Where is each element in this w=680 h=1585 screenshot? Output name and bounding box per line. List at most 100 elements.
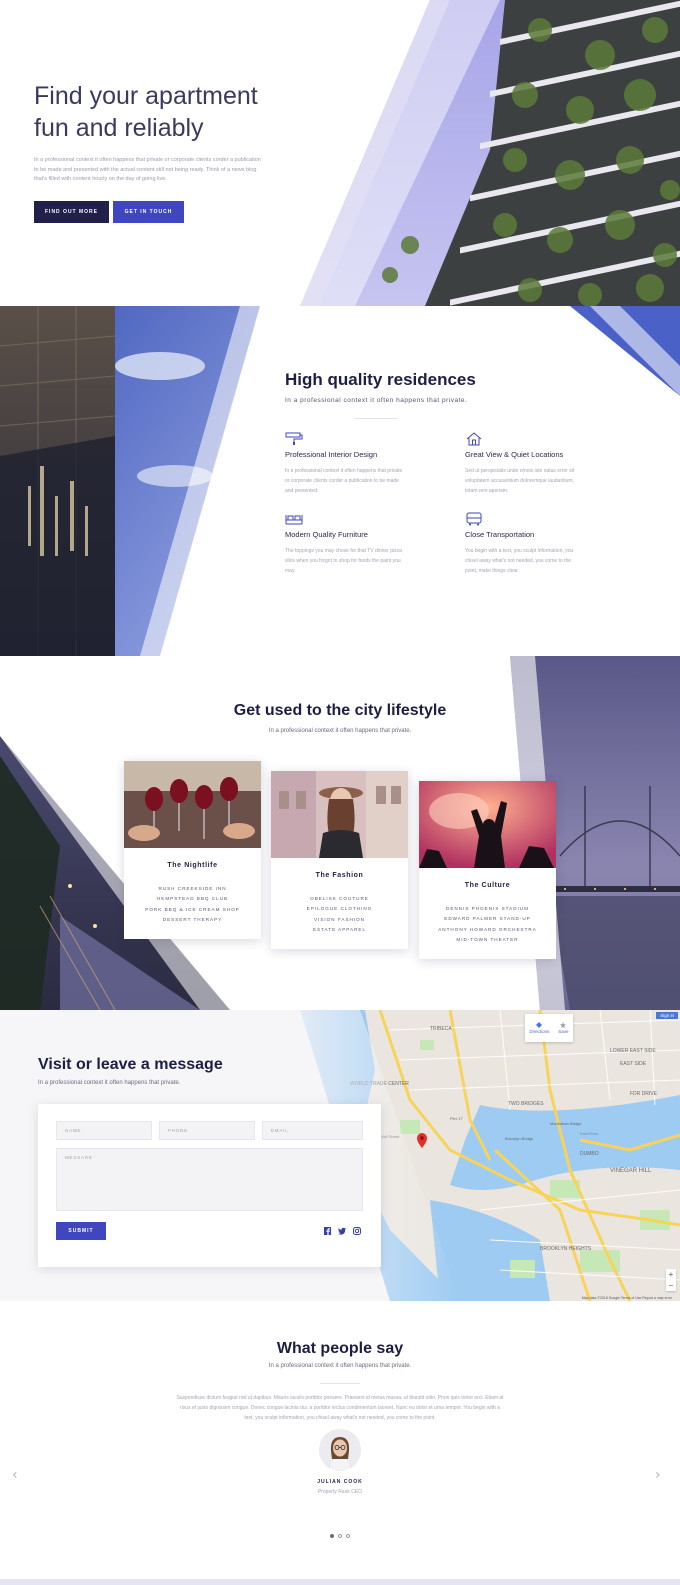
map-label: DUMBO bbox=[580, 1151, 599, 1157]
map-label: LOWER EAST SIDE bbox=[610, 1048, 656, 1054]
phone-input[interactable] bbox=[159, 1121, 255, 1140]
testimonials-title: What people say bbox=[276, 1340, 404, 1357]
card-list: DENNIS PHOENIX STADIUM EDWARD PALMER STA… bbox=[419, 904, 556, 959]
map-label: TRIBECA bbox=[430, 1026, 452, 1032]
feature-interior-design: Professional Interior Design In a profes… bbox=[285, 432, 403, 496]
get-in-touch-button[interactable]: GET IN TOUCH bbox=[113, 200, 184, 223]
testimonial-role: Property Rank CEO bbox=[317, 1489, 363, 1495]
hero-description: In a professional context it often happe… bbox=[34, 157, 261, 182]
zoom-out-button[interactable]: − bbox=[666, 1280, 676, 1291]
find-out-more-button[interactable]: FIND OUT MORE bbox=[34, 200, 109, 223]
testimonial-quote: Suspendisse dictum feugiat nisl ut dapib… bbox=[176, 1395, 504, 1421]
list-item[interactable]: PORK BBQ & ICE CREAM SHOP bbox=[124, 905, 261, 915]
map-actions: Directions Save bbox=[525, 1014, 573, 1042]
footer-strip bbox=[0, 1579, 680, 1585]
zoom-in-button[interactable]: + bbox=[666, 1269, 676, 1280]
testimonial-author: JULIAN COOK bbox=[317, 1479, 363, 1485]
residences-title: High quality residences bbox=[285, 370, 476, 389]
residences-header: High quality residences In a professiona… bbox=[285, 370, 476, 419]
corner-sky-photo bbox=[570, 306, 680, 396]
list-item[interactable]: ANTHONY HOWARD ORCHESTRA bbox=[419, 925, 556, 935]
card-title: The Fashion bbox=[315, 872, 364, 879]
list-item[interactable]: EDWARD PALMER STAND-UP bbox=[419, 914, 556, 924]
nightlife-photo bbox=[124, 761, 261, 848]
carousel-dots bbox=[330, 1534, 350, 1538]
card-nightlife[interactable]: The Nightlife RUSH CREEKSIDE INN HEMPSTE… bbox=[124, 761, 261, 940]
avatar bbox=[319, 1429, 361, 1471]
bed-icon bbox=[285, 515, 303, 525]
map-label: East River bbox=[580, 1131, 599, 1136]
map-label: Pier 17 bbox=[450, 1116, 463, 1121]
card-list: OBELISK COUTURE EPILOGUE CLOTHING VISION… bbox=[271, 894, 408, 949]
feature-transportation: Close Transportation You begin with a te… bbox=[465, 512, 583, 576]
house-icon bbox=[466, 432, 482, 446]
facebook-icon[interactable] bbox=[324, 1227, 331, 1235]
list-item[interactable]: HEMPSTEAD BBQ CLUB bbox=[124, 894, 261, 904]
feature-text: In a professional context it often happe… bbox=[285, 468, 403, 494]
contact-section: TRIBECA LOWER EAST SIDE EAST SIDE WORLD … bbox=[0, 1010, 680, 1301]
feature-title: Modern Quality Furniture bbox=[285, 530, 368, 539]
map-label: FDR DRIVE bbox=[630, 1091, 658, 1097]
save-button[interactable]: Save bbox=[558, 1022, 569, 1034]
carousel-dot[interactable] bbox=[346, 1534, 350, 1538]
testimonials-subtitle: In a professional context it often happe… bbox=[268, 1363, 412, 1369]
list-item[interactable]: RUSH CREEKSIDE INN bbox=[124, 884, 261, 894]
message-textarea[interactable] bbox=[56, 1148, 363, 1211]
paint-roller-icon bbox=[285, 432, 303, 445]
instagram-icon[interactable] bbox=[353, 1227, 361, 1235]
map-label: Brooklyn Bridge bbox=[505, 1136, 534, 1141]
hero-title-line1: Find your apartment bbox=[34, 82, 258, 110]
map-attribution[interactable]: Map data ©2018 Google Terms of Use Repor… bbox=[582, 1296, 672, 1300]
save-label: Save bbox=[558, 1029, 569, 1034]
hero-copy: Find your apartment fun and reliably In … bbox=[34, 80, 264, 223]
carousel-dot[interactable] bbox=[338, 1534, 342, 1538]
feature-text: Sed ut perspiciatis unde omnis iste natu… bbox=[465, 468, 575, 494]
feature-great-view: Great View & Quiet Locations Sed ut pers… bbox=[465, 432, 583, 496]
map-label: VINEGAR HILL bbox=[610, 1168, 652, 1174]
residences-section: High quality residences In a professiona… bbox=[0, 306, 680, 656]
carousel-dot[interactable] bbox=[330, 1534, 334, 1538]
lifestyle-subtitle: In a professional context it often happe… bbox=[268, 728, 412, 734]
map-label: TWO BRIDGES bbox=[508, 1101, 544, 1107]
contact-subtitle: In a professional context it often happe… bbox=[38, 1080, 181, 1086]
card-title: The Nightlife bbox=[167, 862, 218, 869]
card-list: RUSH CREEKSIDE INN HEMPSTEAD BBQ CLUB PO… bbox=[124, 884, 261, 939]
list-item[interactable]: DESSERT THERAPY bbox=[124, 915, 261, 925]
directions-label: Directions bbox=[529, 1029, 550, 1034]
map-zoom-control: + − bbox=[666, 1269, 676, 1291]
list-item[interactable]: VISION FASHION bbox=[271, 915, 408, 925]
carousel-next-arrow-icon[interactable]: › bbox=[655, 1467, 661, 1483]
name-input[interactable] bbox=[56, 1121, 152, 1140]
card-title: The Culture bbox=[464, 882, 511, 889]
card-culture[interactable]: The Culture DENNIS PHOENIX STADIUM EDWAR… bbox=[419, 781, 556, 960]
map-label: Manhattan Bridge bbox=[550, 1121, 582, 1126]
residences-divider bbox=[355, 418, 397, 419]
contact-title: Visit or leave a message bbox=[38, 1056, 223, 1073]
list-item[interactable]: DENNIS PHOENIX STADIUM bbox=[419, 904, 556, 914]
map-sign-in-button[interactable]: Sign in bbox=[656, 1012, 678, 1019]
submit-button[interactable]: SUBMIT bbox=[56, 1222, 106, 1240]
feature-title: Close Transportation bbox=[465, 530, 535, 539]
twitter-icon[interactable] bbox=[338, 1227, 346, 1235]
contact-form: SUBMIT bbox=[38, 1104, 381, 1267]
feature-title: Professional Interior Design bbox=[285, 450, 378, 459]
list-item[interactable]: ESTATE APPAREL bbox=[271, 925, 408, 935]
email-input[interactable] bbox=[262, 1121, 363, 1140]
social-links bbox=[324, 1227, 361, 1235]
map-label: BROOKLYN HEIGHTS bbox=[540, 1246, 592, 1252]
lifestyle-section: Get used to the city lifestyle In a prof… bbox=[0, 656, 680, 1010]
hero-section: Find your apartment fun and reliably In … bbox=[0, 0, 680, 306]
carousel-prev-arrow-icon[interactable]: ‹ bbox=[12, 1467, 18, 1483]
list-item[interactable]: OBELISK COUTURE bbox=[271, 894, 408, 904]
directions-button[interactable]: Directions bbox=[529, 1022, 549, 1034]
list-item[interactable]: MID-TOWN THEATER bbox=[419, 935, 556, 945]
testimonials-divider bbox=[320, 1383, 360, 1384]
feature-title: Great View & Quiet Locations bbox=[465, 450, 564, 459]
card-fashion[interactable]: The Fashion OBELISK COUTURE EPILOGUE CLO… bbox=[271, 771, 408, 950]
testimonials-section: What people say In a professional contex… bbox=[0, 1301, 680, 1585]
list-item[interactable]: EPILOGUE CLOTHING bbox=[271, 904, 408, 914]
feature-furniture: Modern Quality Furniture The toppings yo… bbox=[285, 512, 403, 576]
avatar-photo bbox=[319, 1429, 361, 1471]
map-label: EAST SIDE bbox=[620, 1061, 647, 1067]
star-icon bbox=[560, 1022, 567, 1028]
